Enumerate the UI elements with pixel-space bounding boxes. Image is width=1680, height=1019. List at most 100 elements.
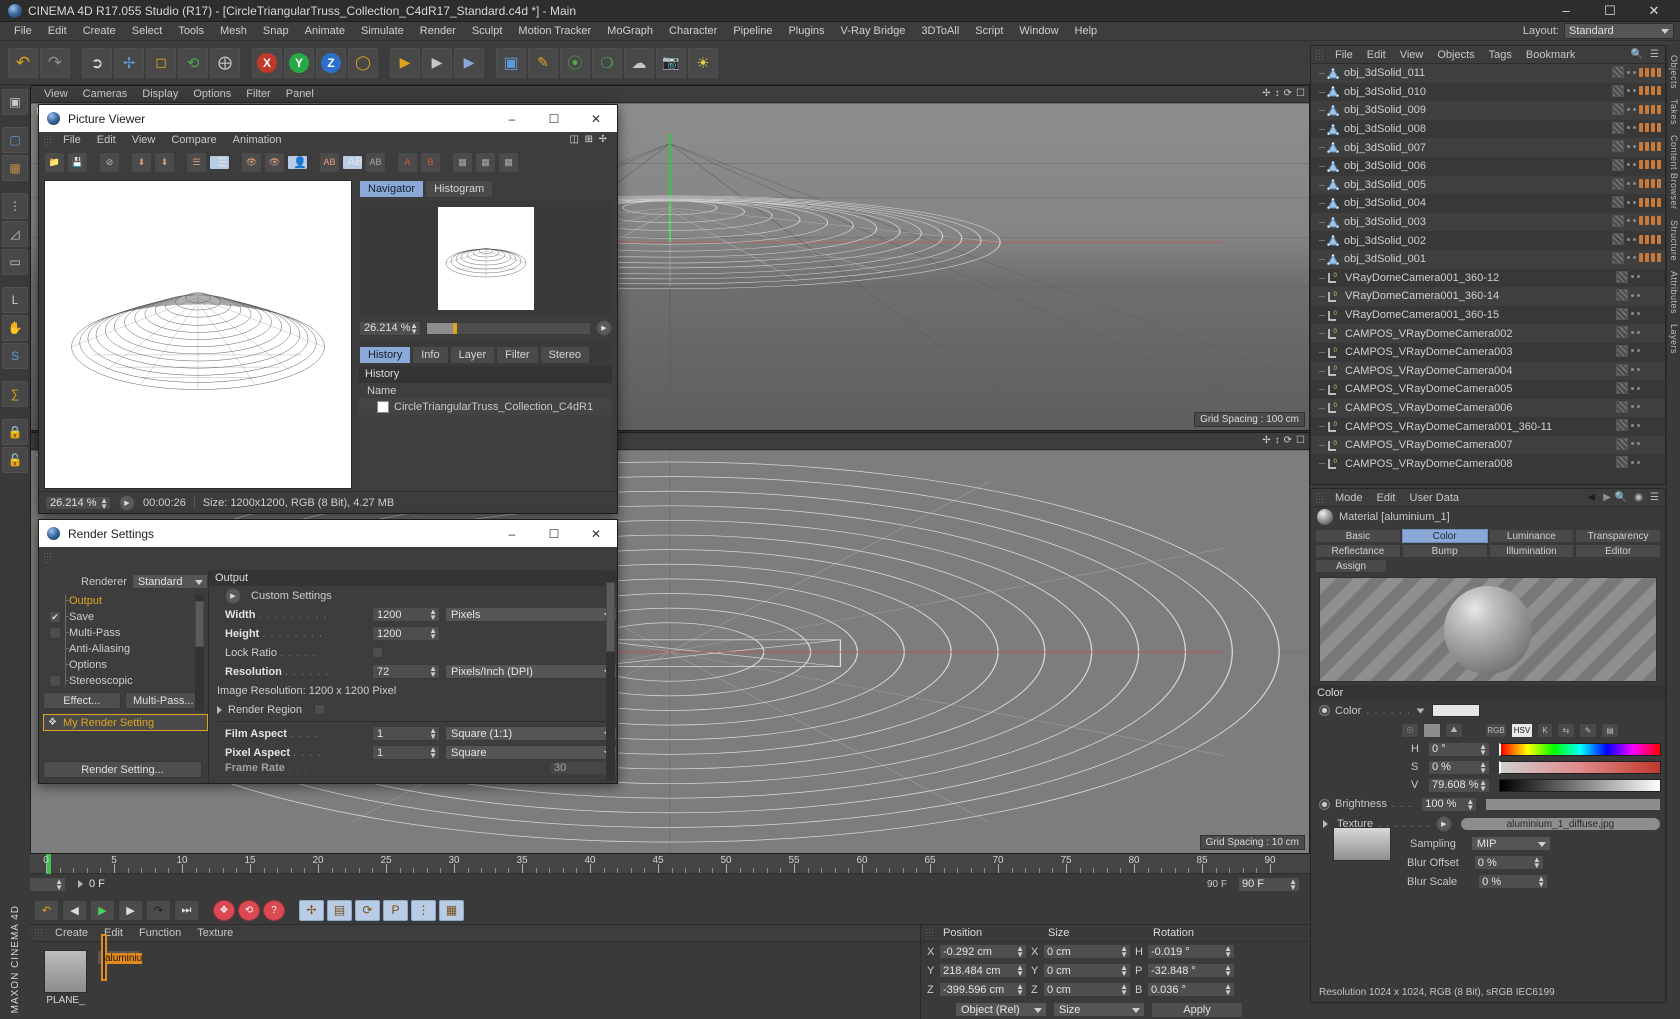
visibility-dot-editor-icon[interactable] xyxy=(1627,182,1630,186)
deformer-icon[interactable]: ❍ xyxy=(592,47,622,78)
navigator-pane[interactable] xyxy=(359,201,612,316)
pv-set-a-icon[interactable]: A xyxy=(397,151,418,173)
perspective-menu-view[interactable]: View xyxy=(37,86,75,103)
visibility-dot-editor-icon[interactable] xyxy=(1627,237,1630,241)
z-axis-lock-icon[interactable]: Z xyxy=(316,47,346,78)
top-rotate-view-icon[interactable]: ⟳ xyxy=(1284,435,1292,446)
saturation-spinner-icon[interactable]: ▲ ▼ xyxy=(1479,760,1487,774)
point-level-animation-button[interactable]: ⋮ xyxy=(411,899,436,921)
attr-panel-grip-icon[interactable] xyxy=(1315,492,1324,503)
attr-menu-mode[interactable]: Mode xyxy=(1329,489,1369,507)
position-spinner-icon[interactable]: ▲ ▼ xyxy=(1016,964,1024,978)
menu-snap[interactable]: Snap xyxy=(255,22,297,41)
navigator-zoom-play-button[interactable]: ▶ xyxy=(596,320,612,336)
object-list-item[interactable]: obj_3dSolid_006 xyxy=(1311,156,1665,176)
navigator-thumbnail[interactable] xyxy=(437,207,534,310)
timeline-ruler[interactable]: 0 5 10 15 20 25 30 35 40 45 50 55 60 65 70 75 80 85 90 xyxy=(0,854,1310,874)
coordinates-object-mode-dropdown[interactable]: Object (Rel) xyxy=(955,1002,1047,1017)
attr-back-icon[interactable]: ◀ xyxy=(1587,492,1595,503)
generator-icon[interactable]: ⦿ xyxy=(560,47,590,78)
resolution-input[interactable]: 72 ▲ ▼ xyxy=(372,664,440,679)
film-aspect-input[interactable]: 1 ▲ ▼ xyxy=(372,726,440,741)
render-tree-item[interactable]: ✔ Save xyxy=(43,609,208,625)
object-tag-icon[interactable] xyxy=(1612,177,1624,190)
render-tree-item[interactable]: Multi-Pass xyxy=(43,625,208,641)
strip-tab-content-browser[interactable]: Content Browser xyxy=(1669,135,1679,210)
visibility-dot-render-icon[interactable] xyxy=(1633,163,1636,167)
menu-3dtoall[interactable]: 3DToAll xyxy=(913,22,967,41)
status-zoom-spinner-icon[interactable]: ▲ ▼ xyxy=(100,496,108,510)
blur-offset-field[interactable]: 0 % ▲ ▼ xyxy=(1473,855,1544,870)
object-tag-icon[interactable] xyxy=(1616,363,1628,376)
object-tag-icon[interactable] xyxy=(1616,382,1628,395)
visibility-dot-editor-icon[interactable] xyxy=(1631,349,1634,353)
strip-tab-objects[interactable]: Objects xyxy=(1669,55,1679,89)
visibility-dot-render-icon[interactable] xyxy=(1637,330,1640,334)
visibility-dot-editor-icon[interactable] xyxy=(1627,219,1630,223)
visibility-dot-render-icon[interactable] xyxy=(1633,126,1636,130)
object-list-item[interactable]: 0 CAMPOS_VRayDomeCamera005 xyxy=(1311,380,1665,399)
keyframe-selection-button[interactable]: ? xyxy=(263,899,285,921)
pv-menu-compare[interactable]: Compare xyxy=(163,132,224,149)
om-menu-bookmark[interactable]: Bookmark xyxy=(1520,46,1582,64)
render-region-expand-icon[interactable] xyxy=(217,705,222,714)
pixel-aspect-spinner-icon[interactable]: ▲ ▼ xyxy=(429,746,437,760)
color-mode-rgb-button[interactable]: RGB xyxy=(1485,722,1507,738)
color-mode-k-button[interactable]: K xyxy=(1537,722,1553,738)
color-radio-icon[interactable] xyxy=(1319,705,1330,716)
render-region-checkbox[interactable] xyxy=(314,704,325,715)
object-list[interactable]: obj_3dSolid_011 obj_3dSolid_010 obj_3dSoli… xyxy=(1311,64,1665,484)
color-mode-hsv-button[interactable]: HSV xyxy=(1511,722,1533,738)
om-search-icon[interactable]: 🔍 xyxy=(1631,49,1643,60)
top-maximize-view-icon[interactable]: ☐ xyxy=(1296,435,1305,446)
visibility-dot-editor-icon[interactable] xyxy=(1627,256,1630,260)
tree-item-checkbox[interactable] xyxy=(49,627,61,639)
saturation-field[interactable]: 0 % ▲ ▼ xyxy=(1428,759,1490,775)
object-tag-icon[interactable] xyxy=(1612,103,1624,116)
object-list-item[interactable]: obj_3dSolid_001 xyxy=(1311,249,1665,269)
render-setting-button[interactable]: Render Setting... xyxy=(43,761,202,778)
pixel-aspect-input[interactable]: 1 ▲ ▼ xyxy=(372,745,440,760)
object-tag-icon[interactable] xyxy=(1612,214,1624,227)
menu-create[interactable]: Create xyxy=(75,22,124,41)
maximize-button[interactable]: ☐ xyxy=(1588,0,1632,22)
visibility-dot-editor-icon[interactable] xyxy=(1627,200,1630,204)
menu-window[interactable]: Window xyxy=(1011,22,1066,41)
strip-tab-structure[interactable]: Structure xyxy=(1669,220,1679,261)
coordinates-rotation-field[interactable]: -32.848 ° ▲ ▼ xyxy=(1147,963,1235,978)
timeline-end-spinner-icon[interactable]: ▲ ▼ xyxy=(1289,877,1297,891)
material-tag-icons[interactable] xyxy=(1639,104,1661,114)
color-swap-icon[interactable]: ⇆ xyxy=(1557,722,1575,738)
visibility-dot-editor-icon[interactable] xyxy=(1627,144,1630,148)
render-tree-item[interactable]: Output xyxy=(43,593,208,609)
material-tag-icons[interactable] xyxy=(1639,86,1661,96)
pv-set-b-icon[interactable]: B xyxy=(420,151,441,173)
strip-tab-takes[interactable]: Takes xyxy=(1669,99,1679,125)
tab-layer[interactable]: Layer xyxy=(449,346,496,364)
width-input[interactable]: 1200 ▲ ▼ xyxy=(372,607,440,622)
object-tag-icon[interactable] xyxy=(1616,456,1628,469)
tree-item-checkbox[interactable] xyxy=(49,675,61,687)
material-tag-icons[interactable] xyxy=(1639,141,1661,151)
pv-ab-view-icon[interactable]: 👤 xyxy=(287,154,308,170)
picture-viewer-close-button[interactable]: ✕ xyxy=(575,105,617,132)
object-list-item[interactable]: obj_3dSolid_008 xyxy=(1311,119,1665,139)
y-axis-lock-icon[interactable]: Y xyxy=(284,47,314,78)
mm-menu-function[interactable]: Function xyxy=(132,925,188,942)
tab-history[interactable]: History xyxy=(359,346,412,364)
render-tree-item[interactable]: Anti-Aliasing xyxy=(43,641,208,657)
previous-key-button[interactable]: ↶ xyxy=(34,899,59,921)
next-key-button[interactable]: ↷ xyxy=(146,899,171,921)
color-wheel-icon[interactable]: ☉ xyxy=(1401,722,1419,738)
om-menu-view[interactable]: View xyxy=(1394,46,1430,64)
film-aspect-spinner-icon[interactable]: ▲ ▼ xyxy=(429,727,437,741)
tab-basic[interactable]: Basic xyxy=(1315,529,1401,543)
object-list-item[interactable]: 0 VRayDomeCamera001_360-12 xyxy=(1311,268,1665,288)
pv-send-to-layer-icon[interactable]: ⬇ xyxy=(131,151,152,173)
visibility-dot-render-icon[interactable] xyxy=(1637,275,1640,279)
hue-slider[interactable] xyxy=(1499,742,1661,756)
object-list-item[interactable]: obj_3dSolid_003 xyxy=(1311,212,1665,232)
record-active-objects-button[interactable]: ❖ xyxy=(213,899,235,921)
menu-sculpt[interactable]: Sculpt xyxy=(464,22,511,41)
visibility-dot-render-icon[interactable] xyxy=(1637,442,1640,446)
